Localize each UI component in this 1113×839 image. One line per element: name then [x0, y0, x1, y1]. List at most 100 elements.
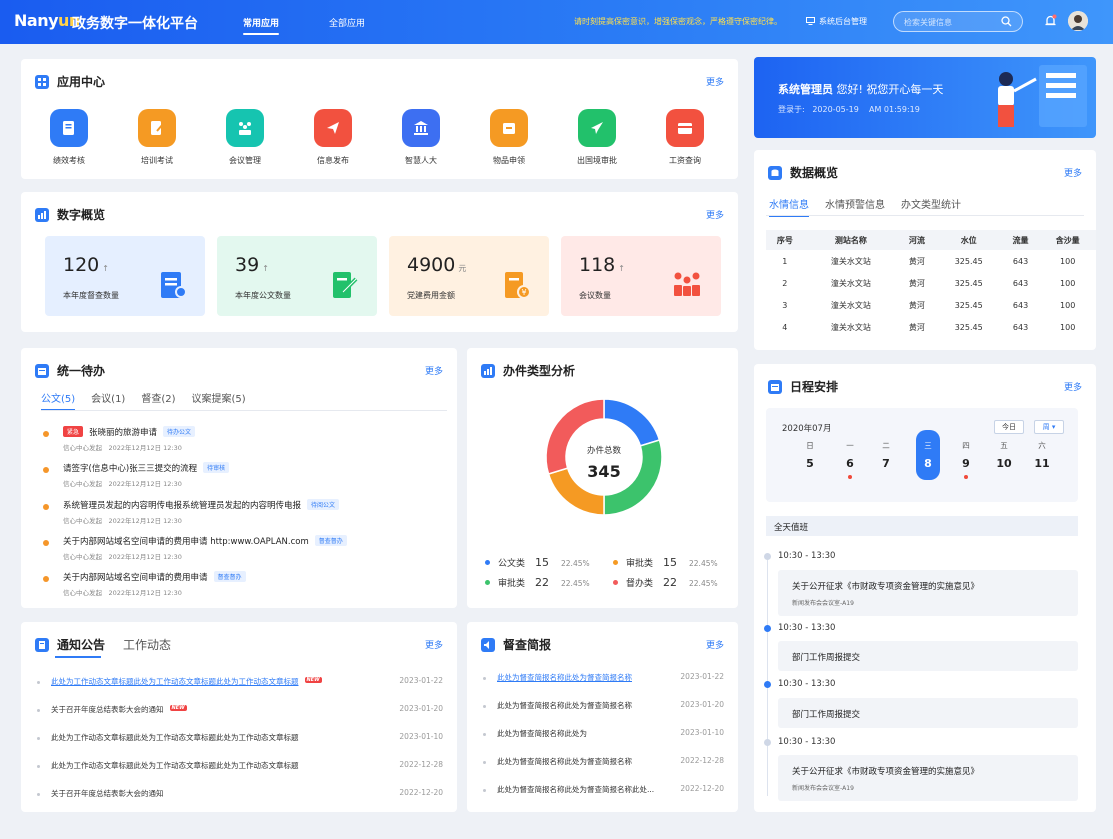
svg-text:¥: ¥ [521, 288, 526, 297]
stat-party-fees[interactable]: 4900 元 党建费用金额 ¥ [389, 236, 549, 316]
active-tab-underline [55, 656, 101, 658]
tab-meetings[interactable]: 会议(1) [91, 390, 125, 405]
list-item[interactable]: 此处为工作动态文章标题此处为工作动态文章标题此处为工作动态文章标题 2022-12… [37, 760, 443, 774]
list-item[interactable]: 此处为督查简报名称此处为督查简报名称 2023-01-20 [483, 700, 724, 714]
search-icon[interactable] [1001, 16, 1012, 27]
app-publish[interactable]: 信息发布 [303, 109, 363, 166]
app-center-card: 应用中心 更多 绩效考核 培训考试 会议管理 信息发布 智慧人大 物品申领 出国… [21, 59, 738, 179]
list-item[interactable]: 此处为工作动态文章标题此处为工作动态文章标题此处为工作动态文章标题 2023-01… [37, 732, 443, 746]
calendar-day[interactable]: 一6 [840, 440, 860, 479]
column-header: 测站名称 [803, 230, 898, 250]
column-header: 含沙量 [1039, 230, 1096, 250]
all-day-duty[interactable]: 全天值班 [766, 516, 1078, 536]
timeline-dot [764, 681, 771, 688]
list-item[interactable]: 关于召开年度总结表彰大会的通知 2022-12-20 [37, 788, 443, 802]
divider [766, 215, 1084, 216]
data-overview-more-link[interactable]: 更多 [1064, 166, 1082, 179]
analysis-card: 办件类型分析 办件总数 345 公文类 15 22.45% 审批类 15 22.45% … [467, 348, 738, 608]
list-item[interactable]: 此处为工作动态文章标题此处为工作动态文章标题此处为工作动态文章标题 NEW 2023… [37, 676, 443, 690]
stat-documents[interactable]: 39 ↑ 本年度公文数量 [217, 236, 377, 316]
list-item[interactable]: 此处为督查简报名称此处为督查简报名称此处... 2022-12-20 [483, 784, 724, 798]
box-icon [503, 123, 515, 134]
list-item[interactable]: 此处为督查简报名称此处为督查简报名称 2023-01-22 [483, 672, 724, 686]
calendar-day[interactable]: 二7 [876, 440, 896, 470]
new-badge: NEW [169, 705, 187, 711]
bell-icon[interactable] [1044, 14, 1057, 28]
event-card[interactable]: 关于公开征求《市财政专项资金管理的实施意见》 新闻发布会会议室-A19 [778, 570, 1078, 616]
todo-more-link[interactable]: 更多 [425, 364, 443, 377]
digits-more-link[interactable]: 更多 [706, 208, 724, 221]
logo[interactable]: Nanyun [14, 11, 80, 30]
calendar-day[interactable]: 四9 [956, 440, 976, 479]
event-card[interactable]: 部门工作周报提交 [778, 641, 1078, 671]
app-center-more-link[interactable]: 更多 [706, 75, 724, 88]
legend-item: 审批类 15 22.45% [613, 556, 718, 569]
app-performance[interactable]: 绩效考核 [39, 109, 99, 166]
table-row[interactable]: 3 潼关水文站 黄河 325.45 643 100 [766, 294, 1096, 316]
water-table: 序号 测站名称 河流 水位 流量 含沙量 1 潼关水文站 黄河 325.45 643 10… [766, 230, 1096, 338]
notice-card: 通知公告 工作动态 更多 此处为工作动态文章标题此处为工作动态文章标题此处为工作… [21, 622, 457, 812]
welcome-illustration [998, 65, 1087, 127]
calendar-day[interactable]: 日5 [800, 440, 820, 470]
donut-center-value: 345 [587, 462, 621, 481]
tab-doc-stats[interactable]: 办文类型统计 [901, 196, 961, 211]
nav-common-apps[interactable]: 常用应用 [243, 16, 280, 35]
todo-card: 统一待办 更多 公文(5) 会议(1) 督查(2) 议案提案(5) 紧急 张晓丽的… [21, 348, 457, 608]
calendar-icon [35, 363, 49, 378]
urgent-badge: 紧急 [63, 426, 84, 437]
legend-item: 公文类 15 22.45% [485, 556, 590, 569]
list-item[interactable]: 此处为督查简报名称此处为 2023-01-10 [483, 728, 724, 742]
app-meeting[interactable]: 会议管理 [215, 109, 275, 166]
monitor-icon [806, 17, 815, 25]
app-supplies[interactable]: 物品申领 [479, 109, 539, 166]
nav-all-apps[interactable]: 全部应用 [329, 16, 365, 29]
tab-water-warning[interactable]: 水情预警信息 [825, 196, 885, 211]
list-item[interactable]: 此处为督查简报名称此处为督查简报名称 2022-12-28 [483, 756, 724, 770]
building-icon [414, 121, 428, 135]
calendar-day[interactable]: 六 11 [1032, 440, 1052, 470]
app-salary[interactable]: 工资查询 [655, 109, 715, 166]
login-time: AM 01:59:19 [869, 105, 920, 114]
login-date: 2020-05-19 [812, 105, 859, 114]
schedule-title: 日程安排 [790, 380, 839, 394]
view-select[interactable]: 周 ▾ [1034, 420, 1064, 434]
calendar-day-selected[interactable]: 三8 [916, 430, 940, 480]
app-training[interactable]: 培训考试 [127, 109, 187, 166]
todo-title: 统一待办 [57, 364, 106, 378]
stat-inspection[interactable]: 120 ↑ 本年度督查数量 [45, 236, 205, 316]
table-row[interactable]: 1 潼关水文站 黄河 325.45 643 100 [766, 250, 1096, 272]
tab-water-info[interactable]: 水情信息 [769, 196, 809, 217]
notice-more-link[interactable]: 更多 [425, 638, 443, 651]
admin-link[interactable]: 系统后台管理 [806, 16, 867, 27]
digits-title: 数字概览 [57, 208, 106, 222]
app-travel-approval[interactable]: 出国境审批 [567, 109, 627, 166]
stat-meetings[interactable]: 118 ↑ 会议数量 [561, 236, 721, 316]
donut-segment-0[interactable] [603, 398, 661, 447]
tab-notice[interactable]: 通知公告 [57, 636, 105, 653]
table-row[interactable]: 2 潼关水文站 黄河 325.45 643 100 [766, 272, 1096, 294]
event-time: 10:30 - 13:30 [778, 737, 836, 747]
tab-work-news[interactable]: 工作动态 [123, 636, 171, 653]
user-avatar[interactable] [1068, 11, 1088, 31]
timeline-dot [764, 625, 771, 632]
search-input[interactable] [904, 15, 994, 29]
calendar-day[interactable]: 五 10 [994, 440, 1014, 470]
event-card[interactable]: 关于公开征求《市财政专项资金管理的实施意见》 新闻发布会会议室-A19 [778, 755, 1078, 801]
table-row[interactable]: 4 潼关水文站 黄河 325.45 643 100 [766, 316, 1096, 338]
timeline-dot [764, 739, 771, 746]
today-button[interactable]: 今日 [994, 420, 1024, 434]
tab-documents[interactable]: 公文(5) [41, 390, 76, 411]
schedule-more-link[interactable]: 更多 [1064, 380, 1082, 393]
event-card[interactable]: 部门工作周报提交 [778, 698, 1078, 728]
list-item[interactable]: 关于召开年度总结表彰大会的通知 NEW 2023-01-20 [37, 704, 443, 718]
tab-inspection[interactable]: 督查(2) [141, 390, 175, 405]
chart-icon [35, 207, 49, 222]
search-box[interactable] [893, 11, 1023, 32]
brief-more-link[interactable]: 更多 [706, 638, 724, 651]
week-calendar: 2020年07月 今日 周 ▾ 日5 一6 二7 三8 四9 五 10 六 11 [766, 408, 1078, 502]
column-header: 流量 [1001, 230, 1040, 250]
digits-card: 数字概览 更多 120 ↑ 本年度督查数量 39 ↑ 本年度公文数量 4900 元 党… [21, 192, 738, 332]
app-congress[interactable]: 智慧人大 [391, 109, 451, 166]
new-badge: NEW [304, 677, 322, 683]
tab-proposals[interactable]: 议案提案(5) [192, 390, 246, 405]
